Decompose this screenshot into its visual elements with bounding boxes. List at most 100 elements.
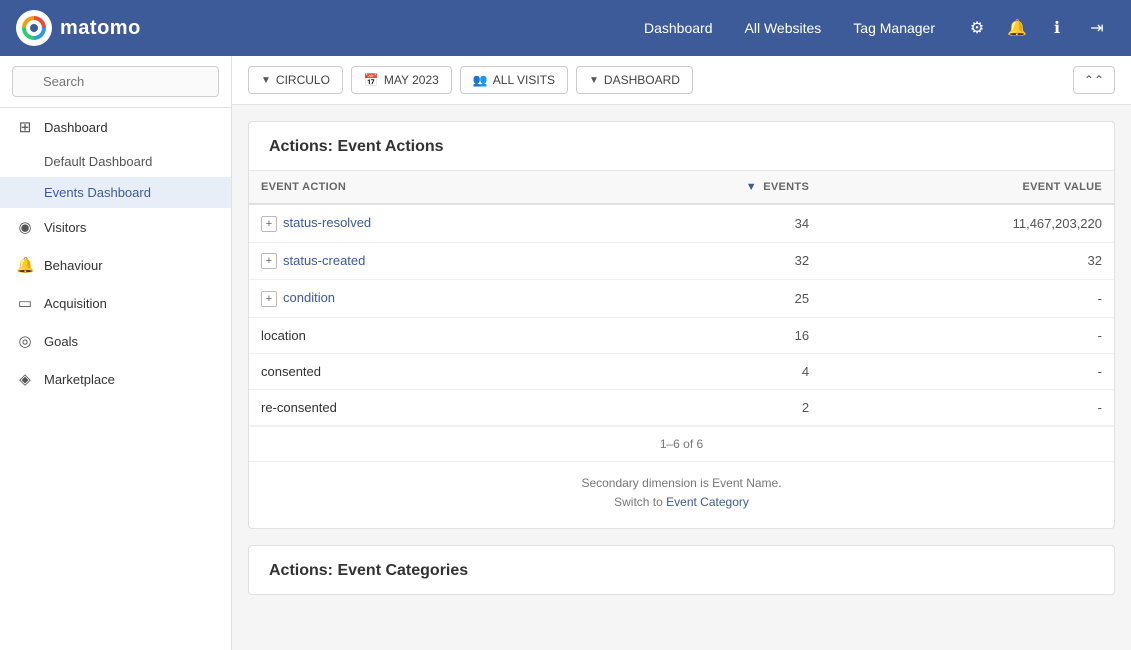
- event-actions-table: EVENT ACTION ▼ EVENTS EVENT VALUE + statu…: [249, 171, 1114, 426]
- sidebar-item-goals[interactable]: ◎ Goals: [0, 322, 231, 360]
- table-row: + status-resolved 3411,467,203,220: [249, 204, 1114, 242]
- bell-icon[interactable]: 🔔: [999, 10, 1035, 46]
- events-count-cell: 4: [595, 353, 821, 389]
- events-count-cell: 25: [595, 280, 821, 318]
- nav-links: Dashboard All Websites Tag Manager: [632, 12, 947, 44]
- toolbar: ▼ CIRCULO 📅 MAY 2023 👥 ALL VISITS ▼ DASH…: [232, 56, 1131, 105]
- event-action-cell: consented: [249, 353, 595, 389]
- sidebar-item-behaviour[interactable]: 🔔 Behaviour: [0, 246, 231, 284]
- logo-icon: [16, 10, 52, 46]
- signout-icon[interactable]: ⇥: [1079, 10, 1115, 46]
- table-header-row: EVENT ACTION ▼ EVENTS EVENT VALUE: [249, 171, 1114, 204]
- app-body: 🔍 ⊞ Dashboard Default Dashboard Events D…: [0, 56, 1131, 650]
- sidebar-item-visitors-label: Visitors: [44, 220, 86, 235]
- sidebar-item-dashboard-label: Dashboard: [44, 120, 108, 135]
- event-value-cell: 11,467,203,220: [821, 204, 1114, 242]
- segment-selector-label: ALL VISITS: [493, 73, 555, 87]
- nav-tag-manager[interactable]: Tag Manager: [841, 12, 947, 44]
- sidebar-item-behaviour-label: Behaviour: [44, 258, 103, 273]
- marketplace-icon: ◈: [16, 370, 34, 388]
- event-value-cell: 32: [821, 242, 1114, 280]
- view-selector-arrow: ▼: [589, 75, 599, 86]
- event-action-label: re-consented: [261, 400, 337, 415]
- note-link[interactable]: Event Category: [666, 495, 749, 509]
- event-action-label: location: [261, 328, 306, 343]
- view-selector-label: DASHBOARD: [604, 73, 680, 87]
- event-action-label[interactable]: status-resolved: [283, 215, 371, 230]
- table-row: re-consented 2-: [249, 389, 1114, 425]
- search-wrap: 🔍: [12, 66, 219, 97]
- event-action-label[interactable]: status-created: [283, 253, 365, 268]
- sidebar-item-marketplace[interactable]: ◈ Marketplace: [0, 360, 231, 398]
- goals-icon: ◎: [16, 332, 34, 350]
- event-value-cell: -: [821, 353, 1114, 389]
- expand-icon[interactable]: +: [261, 253, 277, 269]
- sidebar-item-acquisition[interactable]: ▭ Acquisition: [0, 284, 231, 322]
- date-selector-label: MAY 2023: [384, 73, 439, 87]
- sidebar-item-acquisition-label: Acquisition: [44, 296, 107, 311]
- sidebar-nav: ⊞ Dashboard Default Dashboard Events Das…: [0, 108, 231, 650]
- event-categories-title: Actions: Event Categories: [249, 546, 1114, 594]
- toolbar-collapse-button[interactable]: ⌃⌃: [1073, 66, 1115, 94]
- gear-icon[interactable]: ⚙: [959, 10, 995, 46]
- sidebar-item-visitors[interactable]: ◉ Visitors: [0, 208, 231, 246]
- table-note: Secondary dimension is Event Name. Switc…: [249, 461, 1114, 528]
- sidebar-sub-events-dashboard[interactable]: Events Dashboard: [0, 177, 231, 208]
- view-selector-button[interactable]: ▼ DASHBOARD: [576, 66, 693, 94]
- behaviour-icon: 🔔: [16, 256, 34, 274]
- table-row: consented 4-: [249, 353, 1114, 389]
- events-count-cell: 34: [595, 204, 821, 242]
- event-action-label: consented: [261, 364, 321, 379]
- event-actions-title: Actions: Event Actions: [249, 122, 1114, 171]
- nav-all-websites[interactable]: All Websites: [733, 12, 834, 44]
- dashboard-icon: ⊞: [16, 118, 34, 136]
- site-selector-arrow: ▼: [261, 75, 271, 86]
- sidebar-item-marketplace-label: Marketplace: [44, 372, 115, 387]
- event-categories-section: Actions: Event Categories: [248, 545, 1115, 595]
- segment-icon: 👥: [473, 73, 488, 87]
- search-input[interactable]: [12, 66, 219, 97]
- nav-dashboard[interactable]: Dashboard: [632, 12, 725, 44]
- event-action-cell: + condition: [249, 280, 595, 318]
- sidebar-sub-default-dashboard[interactable]: Default Dashboard: [0, 146, 231, 177]
- events-count-cell: 16: [595, 317, 821, 353]
- nav-icons: ⚙ 🔔 ℹ ⇥: [959, 10, 1115, 46]
- acquisition-icon: ▭: [16, 294, 34, 312]
- event-value-cell: -: [821, 389, 1114, 425]
- logo-area: matomo: [16, 10, 632, 46]
- event-action-cell: location: [249, 317, 595, 353]
- sidebar-item-dashboard[interactable]: ⊞ Dashboard: [0, 108, 231, 146]
- site-selector-button[interactable]: ▼ CIRCULO: [248, 66, 343, 94]
- col-events-header[interactable]: ▼ EVENTS: [595, 171, 821, 204]
- note-line1: Secondary dimension is Event Name.: [581, 476, 781, 490]
- event-value-cell: -: [821, 317, 1114, 353]
- event-value-cell: -: [821, 280, 1114, 318]
- top-navigation: matomo Dashboard All Websites Tag Manage…: [0, 0, 1131, 56]
- events-count-cell: 32: [595, 242, 821, 280]
- segment-selector-button[interactable]: 👥 ALL VISITS: [460, 66, 568, 94]
- info-icon[interactable]: ℹ: [1039, 10, 1075, 46]
- sidebar-search-area: 🔍: [0, 56, 231, 108]
- sort-icon: ▼: [746, 181, 757, 193]
- event-action-cell: re-consented: [249, 389, 595, 425]
- event-action-cell: + status-created: [249, 242, 595, 280]
- visitors-icon: ◉: [16, 218, 34, 236]
- table-pagination: 1–6 of 6: [249, 426, 1114, 461]
- table-row: + condition 25-: [249, 280, 1114, 318]
- note-line2-prefix: Switch to: [614, 495, 666, 509]
- table-row: location 16-: [249, 317, 1114, 353]
- col-event-value-header: EVENT VALUE: [821, 171, 1114, 204]
- event-actions-section: Actions: Event Actions EVENT ACTION ▼ EV…: [248, 121, 1115, 529]
- expand-icon[interactable]: +: [261, 216, 277, 232]
- sidebar: 🔍 ⊞ Dashboard Default Dashboard Events D…: [0, 56, 232, 650]
- main-content: ▼ CIRCULO 📅 MAY 2023 👥 ALL VISITS ▼ DASH…: [232, 56, 1131, 650]
- expand-icon[interactable]: +: [261, 291, 277, 307]
- site-selector-label: CIRCULO: [276, 73, 330, 87]
- logo-text: matomo: [60, 17, 141, 40]
- date-selector-button[interactable]: 📅 MAY 2023: [351, 66, 452, 94]
- event-action-label[interactable]: condition: [283, 290, 335, 305]
- calendar-icon: 📅: [364, 73, 379, 87]
- col-event-action-header: EVENT ACTION: [249, 171, 595, 204]
- table-row: + status-created 3232: [249, 242, 1114, 280]
- events-count-cell: 2: [595, 389, 821, 425]
